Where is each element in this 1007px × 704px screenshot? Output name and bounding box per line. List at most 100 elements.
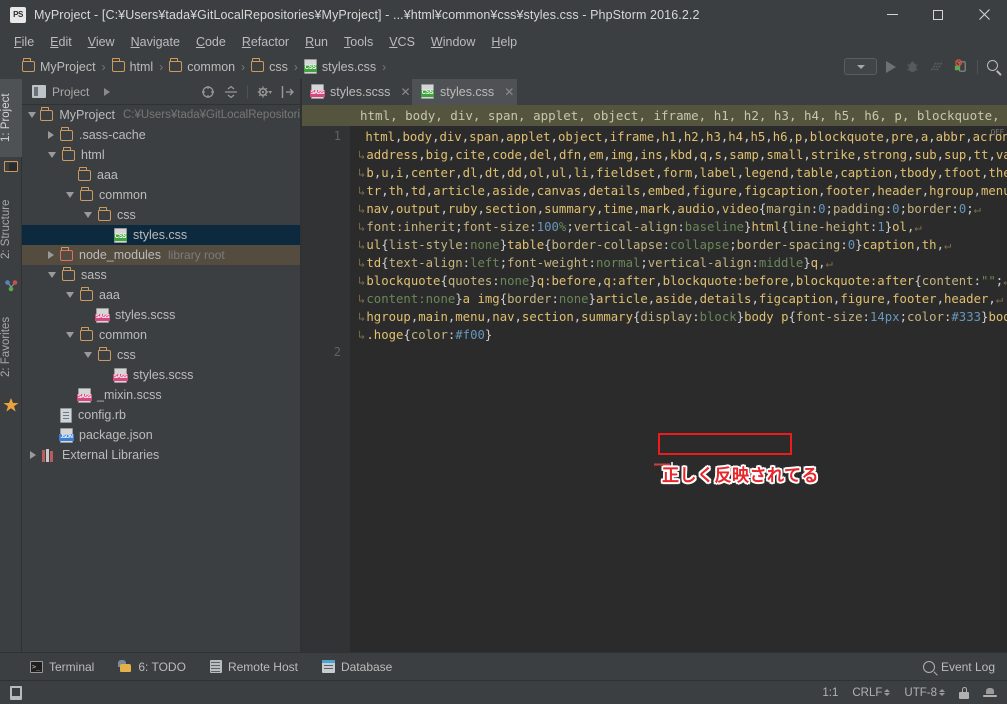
collapse-arrow-icon[interactable] [66, 192, 74, 198]
breadcrumb-item-styles-css[interactable]: CSS styles.css [303, 59, 377, 74]
menu-item-navigate[interactable]: Navigate [123, 32, 188, 52]
breadcrumb-item-css[interactable]: css [251, 58, 288, 74]
project-tree[interactable]: MyProject C:¥Users¥tada¥GitLocalRepositor… [22, 105, 300, 652]
editor-tab-styles-css[interactable]: CSS styles.css ✕ [412, 79, 517, 105]
collapse-arrow-icon[interactable] [27, 112, 36, 118]
expand-arrow-icon[interactable] [30, 451, 36, 459]
expand-arrow-icon[interactable] [48, 251, 54, 259]
tree-node-styles-scss[interactable]: SASS styles.scss [22, 305, 300, 325]
bottom-tool-window-bar: >_ Terminal 6: TODO Remote Host Database… [0, 652, 1007, 680]
tool-tab-favorites[interactable]: 2: Favorites [0, 301, 22, 393]
breadcrumb-separator: › [382, 59, 387, 74]
menu-item-view[interactable]: View [80, 32, 123, 52]
run-configuration-dropdown[interactable] [844, 58, 877, 75]
minimize-button[interactable] [869, 0, 915, 29]
bottom-tab-todo[interactable]: 6: TODO [118, 660, 186, 674]
tool-tab-project-label: 1: Project [0, 93, 12, 143]
collapse-arrow-icon[interactable] [84, 212, 92, 218]
collapse-arrow-icon[interactable] [66, 332, 74, 338]
tree-node-styles-scss[interactable]: SASS styles.scss [22, 365, 300, 385]
expand-arrow-icon[interactable] [48, 131, 54, 139]
breadcrumb-item-MyProject[interactable]: MyProject [22, 58, 96, 74]
tree-node--sass-cache[interactable]: .sass-cache [22, 125, 300, 145]
folder-icon [80, 326, 93, 341]
menu-item-vcs[interactable]: VCS [381, 32, 423, 52]
hide-panel-icon[interactable] [281, 85, 294, 99]
bottom-tab-terminal[interactable]: >_ Terminal [30, 660, 94, 674]
menu-item-tools[interactable]: Tools [336, 32, 381, 52]
bottom-tab-database[interactable]: Database [321, 660, 392, 674]
tree-node-aaa[interactable]: aaa [22, 165, 300, 185]
chevron-right-icon[interactable] [104, 87, 111, 96]
project-panel-tools [201, 84, 294, 99]
editor-gutter[interactable]: 1 2 [302, 126, 350, 652]
editor-code-content[interactable]: html,body,div,span,applet,object,iframe,… [350, 126, 1007, 652]
coverage-icon[interactable] [929, 59, 944, 74]
menu-item-run[interactable]: Run [297, 32, 336, 52]
tree-node-css[interactable]: css [22, 345, 300, 365]
tree-node-label: config.rb [78, 408, 126, 422]
debug-icon[interactable] [905, 59, 920, 74]
close-tab-icon[interactable]: ✕ [400, 85, 410, 99]
terminal-icon: >_ [30, 660, 43, 673]
chevron-down-icon [856, 64, 865, 69]
encoding-selector[interactable]: UTF-8 [904, 687, 945, 699]
collapse-target-icon[interactable] [201, 85, 215, 99]
sass-file-icon: SASS [309, 84, 326, 99]
caret-position[interactable]: 1:1 [822, 687, 838, 699]
collapse-arrow-icon[interactable] [48, 272, 56, 278]
tree-node-package-json[interactable]: JSON package.json [22, 425, 300, 445]
tree-node-node_modules[interactable]: node_modules library root [22, 245, 300, 265]
tree-node-label: styles.css [133, 228, 188, 242]
inspection-icon[interactable] [983, 687, 997, 699]
project-panel-tab[interactable]: Project [22, 85, 111, 99]
tree-node-sass[interactable]: sass [22, 265, 300, 285]
tree-node-MyProject[interactable]: MyProject C:¥Users¥tada¥GitLocalRepositor… [22, 105, 300, 125]
close-button[interactable] [961, 0, 1007, 29]
collapse-arrow-icon[interactable] [66, 292, 74, 298]
app-logo-icon: PS [10, 6, 26, 23]
menu-item-help[interactable]: Help [483, 32, 525, 52]
breadcrumb-label: common [187, 59, 236, 74]
menu-item-code[interactable]: Code [188, 32, 234, 52]
breadcrumb-item-common[interactable]: common [169, 58, 236, 74]
collapse-arrow-icon[interactable] [48, 152, 56, 158]
tree-node-External-Libraries[interactable]: External Libraries [22, 445, 300, 465]
tree-node-_mixin-scss[interactable]: SASS _mixin.scss [22, 385, 300, 405]
tree-node-config-rb[interactable]: config.rb [22, 405, 300, 425]
stop-profile-icon[interactable] [953, 59, 968, 74]
collapse-arrow-icon[interactable] [84, 352, 92, 358]
tree-node-common[interactable]: common [22, 185, 300, 205]
lock-icon[interactable] [959, 686, 969, 699]
menu-item-window[interactable]: Window [423, 32, 483, 52]
maximize-button[interactable] [915, 0, 961, 29]
tool-tab-project[interactable]: 1: Project [0, 79, 22, 157]
close-tab-icon[interactable]: ✕ [504, 85, 514, 99]
bottom-tab-remote-host[interactable]: Remote Host [209, 660, 298, 674]
sass-file-icon: SASS [94, 307, 111, 323]
menu-item-refactor[interactable]: Refactor [234, 32, 297, 52]
event-log-button[interactable]: Event Log [922, 660, 995, 674]
tree-node-css[interactable]: css [22, 205, 300, 225]
tree-node-label: External Libraries [62, 448, 160, 462]
search-everywhere-icon[interactable] [987, 59, 1002, 76]
collapse-all-icon[interactable] [224, 85, 238, 99]
breadcrumb-item-html[interactable]: html [111, 58, 153, 74]
tree-node-html[interactable]: html [22, 145, 300, 165]
menu-item-edit[interactable]: Edit [42, 32, 80, 52]
tree-node-common[interactable]: common [22, 325, 300, 345]
code-editor[interactable]: html, body, div, span, applet, object, i… [302, 105, 1007, 652]
tool-tab-structure[interactable]: 2: Structure [0, 183, 22, 275]
tree-node-label: common [99, 188, 147, 202]
memory-indicator-icon[interactable] [10, 685, 22, 700]
editor-tab-label: styles.css [440, 84, 495, 99]
settings-gear-icon[interactable] [257, 85, 272, 99]
menu-item-file[interactable]: File [6, 32, 42, 52]
tree-node-aaa[interactable]: aaa [22, 285, 300, 305]
editor-tab-styles-scss[interactable]: SASS styles.scss ✕ [302, 79, 411, 105]
run-icon[interactable] [886, 60, 896, 73]
line-separator-selector[interactable]: CRLF [852, 687, 891, 699]
code-line: ↳nav,output,ruby,section,summary,time,ma… [358, 202, 982, 216]
breadcrumb-label: styles.css [321, 59, 377, 74]
tree-node-styles-css[interactable]: CSS styles.css [22, 225, 300, 245]
